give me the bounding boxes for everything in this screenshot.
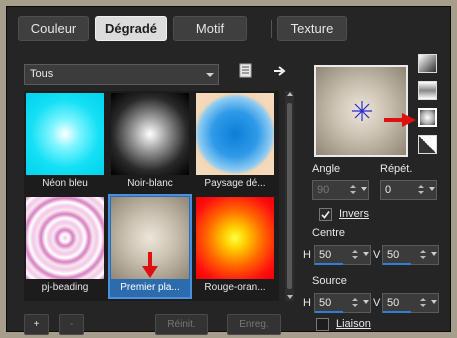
gradient-thumbnail [26,93,104,175]
angle-label: Angle [312,163,341,175]
radial-style-button[interactable] [418,108,437,127]
gradient-thumbnail [196,197,274,279]
rectangular-style-button[interactable] [418,81,437,100]
material-properties-panel: Couleur Dégradé Motif Texture Tous Néon … [6,6,451,335]
spin-arrows-icon[interactable] [417,182,426,198]
center-v-value: 50 [387,249,400,261]
remove-gradient-button[interactable]: - [59,314,84,335]
tab-separator [271,20,272,38]
gradient-name: Paysage dé... [204,178,266,189]
gradient-thumbnail [111,93,189,175]
source-v-label: V [373,297,381,309]
spin-arrows-icon[interactable] [351,247,360,263]
checkmark-icon [321,211,330,219]
center-crosshair-icon[interactable] [352,101,372,121]
source-h-value: 50 [319,297,332,309]
gradient-item-red-orange[interactable]: Rouge-oran... [195,196,275,297]
gradient-item-black-white[interactable]: Noir-blanc [110,92,190,193]
category-select[interactable]: Tous [24,64,219,85]
center-h-value: 50 [319,249,332,261]
spin-arrows-icon[interactable] [351,295,360,311]
gradient-preview[interactable] [314,65,408,157]
chevron-down-icon[interactable] [431,300,437,304]
center-h-label: H [303,249,311,261]
gradient-item-landscape[interactable]: Paysage dé... [195,92,275,193]
gradient-name: pj-beading [41,282,89,293]
gradient-item-pj-beading[interactable]: pj-beading [25,196,105,297]
gradient-item-foreground[interactable]: Premier pla... [108,194,192,299]
sunburst-style-button[interactable] [418,135,437,154]
value-bar [315,263,343,265]
scroll-down-icon[interactable] [287,295,293,299]
value-bar [315,311,343,313]
spin-arrows-icon[interactable] [349,182,358,198]
source-v-value: 50 [387,297,400,309]
red-arrow-down-icon [142,252,158,278]
category-select-value: Tous [30,68,54,80]
arrow-right-icon[interactable] [273,65,287,77]
value-bar [383,311,411,313]
reset-button[interactable]: Réinit. [155,314,208,335]
repeat-label: Répét. [380,163,413,175]
angle-value: 90 [317,184,330,196]
gradient-list-scrollbar[interactable] [285,91,294,301]
linear-style-button[interactable] [418,54,437,73]
tab-gradient[interactable]: Dégradé [95,16,167,41]
chevron-down-icon[interactable] [431,252,437,256]
save-button[interactable]: Enreg. [227,314,281,335]
chevron-down-icon[interactable] [363,300,369,304]
link-label[interactable]: Liaison [336,318,371,330]
gradient-name: Noir-blanc [127,178,173,189]
gradient-name: Premier pla... [120,282,180,293]
chevron-down-icon [206,73,214,77]
angle-stepper[interactable]: 90 [312,180,369,200]
source-v-stepper[interactable]: 50 [382,293,439,313]
invert-label[interactable]: Invers [339,208,369,220]
source-label: Source [312,275,347,287]
tab-color[interactable]: Couleur [18,16,89,41]
file-icon[interactable] [239,63,253,79]
gradient-list: Néon bleu Noir-blanc Paysage dé... pj-be… [24,91,279,301]
center-v-stepper[interactable]: 50 [382,245,439,265]
red-arrow-right-icon [384,113,416,127]
invert-checkbox[interactable] [319,208,332,221]
tab-texture[interactable]: Texture [277,16,347,41]
gradient-item-neon-blue[interactable]: Néon bleu [25,92,105,193]
tab-pattern[interactable]: Motif [173,16,247,41]
source-h-stepper[interactable]: 50 [314,293,371,313]
gradient-name: Rouge-oran... [204,282,266,293]
link-checkbox[interactable] [316,318,329,331]
value-bar [383,263,411,265]
gradient-thumbnail [26,197,104,279]
spin-arrows-icon[interactable] [419,247,428,263]
center-v-label: V [373,249,381,261]
chevron-down-icon[interactable] [363,252,369,256]
repeat-stepper[interactable]: 0 [380,180,437,200]
add-gradient-button[interactable]: + [24,314,49,335]
spin-arrows-icon[interactable] [419,295,428,311]
gradient-thumbnail [111,197,189,279]
gradient-name: Néon bleu [42,178,88,189]
source-h-label: H [303,297,311,309]
gradient-thumbnail [196,93,274,175]
chevron-down-icon[interactable] [361,187,367,191]
scrollbar-thumb[interactable] [287,103,292,289]
repeat-value: 0 [385,184,392,196]
chevron-down-icon[interactable] [429,187,435,191]
scroll-up-icon[interactable] [287,92,293,96]
center-label: Centre [312,227,346,239]
center-h-stepper[interactable]: 50 [314,245,371,265]
